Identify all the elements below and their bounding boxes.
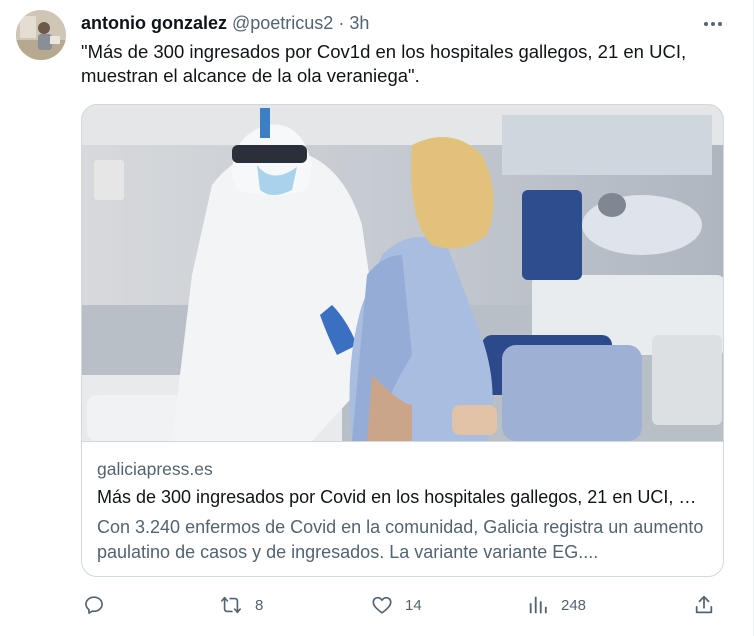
avatar-image <box>16 10 66 60</box>
author-handle[interactable]: @poetricus2 <box>232 13 333 34</box>
like-count: 14 <box>405 596 422 614</box>
tweet-text: "Más de 300 ingresados por Cov1d en los … <box>81 41 687 86</box>
tweet[interactable]: antonio gonzalez @poetricus2 · 3h "Más d… <box>0 0 754 636</box>
card-image[interactable] <box>82 105 723 441</box>
tweet-header: antonio gonzalez @poetricus2 · 3h <box>81 11 369 35</box>
reply-icon <box>85 596 103 614</box>
share-button[interactable] <box>693 588 715 622</box>
views-button[interactable]: 248 <box>527 588 586 622</box>
separator-dot: · <box>338 12 345 33</box>
more-horizontal-icon <box>704 22 722 26</box>
card-domain[interactable]: galiciapress.es <box>97 459 213 480</box>
analytics-icon <box>529 596 547 614</box>
author-name[interactable]: antonio gonzalez <box>81 13 227 34</box>
card-title[interactable]: Más de 300 ingresados por Covid en los h… <box>97 487 702 508</box>
heart-icon <box>372 596 392 614</box>
share-icon <box>695 595 713 614</box>
retweet-button[interactable]: 8 <box>219 588 263 622</box>
more-button[interactable] <box>696 10 730 38</box>
views-count: 248 <box>561 596 587 614</box>
link-card[interactable]: galiciapress.es Más de 300 ingresados po… <box>81 104 724 577</box>
reply-button[interactable] <box>83 588 105 622</box>
card-body[interactable]: galiciapress.es Más de 300 ingresados po… <box>82 441 723 576</box>
avatar[interactable] <box>16 10 66 60</box>
like-button[interactable]: 14 <box>371 588 422 622</box>
hospital-photo <box>82 105 723 441</box>
card-description[interactable]: Con 3.240 enfermos de Covid en la comuni… <box>97 515 707 565</box>
retweet-count: 8 <box>255 596 264 614</box>
timestamp[interactable]: 3h <box>349 13 369 34</box>
retweet-icon <box>221 596 241 614</box>
action-bar: 8 14 248 <box>81 588 724 622</box>
